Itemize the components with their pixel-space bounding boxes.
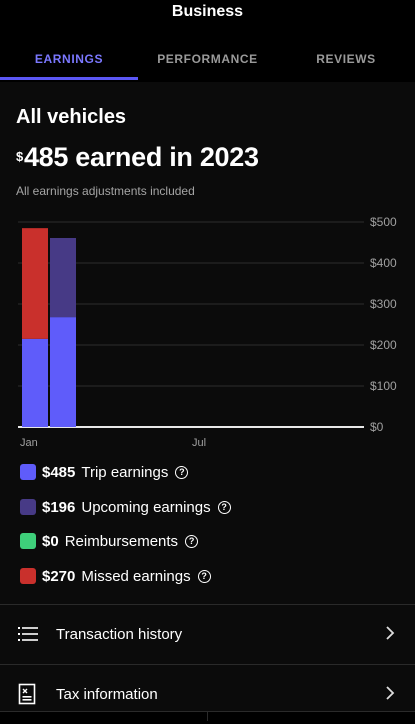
- y-tick-label: $100: [370, 379, 397, 393]
- legend-missed-earnings: $270 Missed earnings ?: [20, 566, 211, 586]
- chevron-right-icon: [385, 624, 395, 645]
- y-tick-label: $300: [370, 297, 397, 311]
- help-icon[interactable]: ?: [197, 569, 211, 583]
- legend-label: Trip earnings: [81, 463, 169, 481]
- bar-segment: [50, 237, 76, 318]
- earnings-headline-text: 485 earned in 2023: [23, 142, 259, 172]
- divider: [0, 604, 415, 605]
- legend-amount: $196: [42, 498, 76, 516]
- bar-segment: [22, 228, 48, 339]
- x-tick-label: Jan: [20, 437, 38, 449]
- legend-trip-earnings: $485 Trip earnings ?: [20, 462, 189, 482]
- divider: [0, 664, 415, 665]
- tax-document-icon: [18, 683, 36, 710]
- tab-reviews[interactable]: REVIEWS: [277, 40, 415, 79]
- bar-segment: [50, 317, 76, 427]
- vehicle-scope-title: All vehicles: [16, 106, 127, 128]
- y-tick-label: $0: [370, 420, 384, 434]
- legend-amount: $0: [42, 532, 59, 550]
- legend-upcoming-earnings: $196 Upcoming earnings ?: [20, 497, 231, 517]
- legend-amount: $270: [42, 567, 76, 585]
- legend-label: Reimbursements: [64, 532, 179, 550]
- y-tick-label: $500: [370, 215, 397, 229]
- earnings-note: All earnings adjustments included: [16, 184, 195, 198]
- transaction-history-label: Transaction history: [56, 626, 183, 643]
- currency-symbol: $: [16, 149, 23, 164]
- bar-segment: [22, 338, 48, 427]
- tax-information-label: Tax information: [56, 686, 158, 703]
- top-bar: Business: [0, 0, 415, 26]
- help-icon[interactable]: ?: [185, 534, 199, 548]
- legend-label: Missed earnings: [81, 567, 191, 585]
- tab-bar: EARNINGS PERFORMANCE REVIEWS: [0, 40, 415, 83]
- tab-earnings[interactable]: EARNINGS: [0, 40, 138, 79]
- legend-swatch: [20, 568, 36, 584]
- legend-swatch: [20, 499, 36, 515]
- help-icon[interactable]: ?: [217, 500, 231, 514]
- legend-label: Upcoming earnings: [81, 498, 211, 516]
- list-icon: [18, 626, 38, 647]
- chevron-right-icon: [385, 684, 395, 705]
- y-tick-label: $400: [370, 256, 397, 270]
- active-tab-indicator: [0, 77, 138, 80]
- page-title: Business: [171, 3, 244, 20]
- legend-swatch: [20, 533, 36, 549]
- help-icon[interactable]: ?: [175, 465, 189, 479]
- legend-reimbursements: $0 Reimbursements ?: [20, 531, 199, 551]
- transaction-history-row[interactable]: Transaction history: [0, 606, 415, 664]
- earnings-chart: $500 $400 $300 $200 $100 $0 Jan Jul: [18, 215, 397, 449]
- earnings-headline: $485 earned in 2023: [16, 142, 259, 173]
- x-tick-label: Jul: [192, 437, 206, 449]
- legend-amount: $485: [42, 463, 76, 481]
- legend-swatch: [20, 464, 36, 480]
- tab-performance[interactable]: PERFORMANCE: [138, 40, 277, 79]
- y-tick-label: $200: [370, 338, 397, 352]
